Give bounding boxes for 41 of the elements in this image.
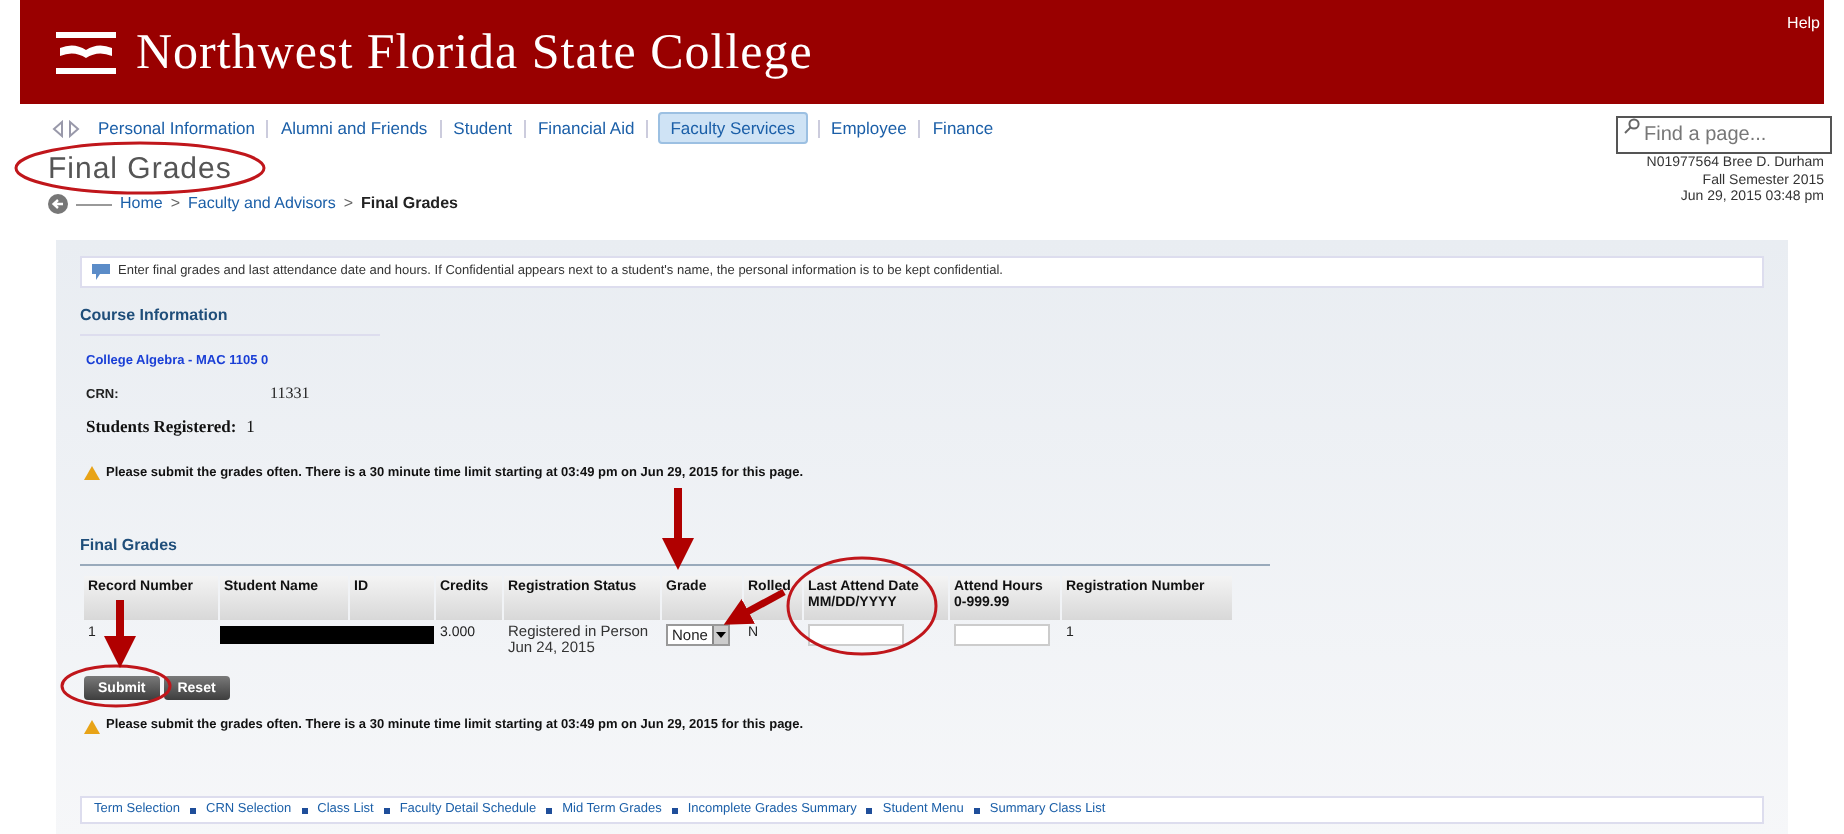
back-arrow-icon[interactable]	[48, 194, 68, 214]
nav-arrows-icon[interactable]	[52, 119, 80, 137]
breadcrumb-separator: >	[343, 192, 353, 216]
annotation-circle	[60, 664, 172, 708]
bullet-icon	[383, 807, 390, 813]
breadcrumb-item[interactable]: Home	[120, 192, 163, 216]
nav-tab[interactable]: Employee	[829, 115, 909, 141]
bullet-icon	[671, 807, 678, 813]
crn-value: 11331	[270, 381, 310, 406]
nav-tab[interactable]: Faculty Services	[658, 111, 808, 145]
warning-icon	[84, 719, 100, 734]
bullet-icon	[973, 807, 980, 813]
breadcrumb-separator: >	[170, 192, 181, 216]
breadcrumb-item: Final Grades	[361, 192, 458, 216]
nav-tab[interactable]: Student	[451, 115, 514, 141]
nav-tab[interactable]: Alumni and Friends	[278, 115, 430, 141]
college-name: Northwest Florida State College	[136, 27, 813, 77]
attend-date-field[interactable]	[808, 624, 904, 647]
page-title: Final Grades	[48, 154, 232, 184]
annotation-arrow	[723, 588, 786, 625]
bullet-icon	[866, 807, 873, 813]
registered-value: 1	[246, 413, 255, 439]
attend-hours-field[interactable]	[954, 624, 1050, 647]
nav-tab[interactable]: Personal Information	[96, 115, 257, 141]
warning-icon	[84, 465, 100, 480]
speech-bubble-icon	[92, 264, 110, 280]
breadcrumb-item[interactable]: Faculty and Advisors	[188, 192, 336, 216]
book-logo-icon	[56, 32, 116, 76]
caret-icon	[715, 632, 726, 639]
annotation-arrow	[104, 600, 136, 668]
section-heading: Course Information	[80, 304, 380, 336]
registered-label: Students Registered:	[86, 413, 237, 439]
nav-tab[interactable]: Finance	[930, 115, 996, 141]
annotation-arrow	[662, 488, 694, 570]
search-field[interactable]: Find a page...	[1616, 116, 1832, 154]
bullet-icon	[546, 807, 553, 813]
nav-tab[interactable]: Financial Aid	[535, 115, 637, 141]
section-heading: Final Grades	[80, 534, 1270, 567]
bullet-icon	[301, 807, 308, 813]
help-link[interactable]: Help	[1787, 12, 1820, 36]
bullet-icon	[190, 807, 196, 813]
